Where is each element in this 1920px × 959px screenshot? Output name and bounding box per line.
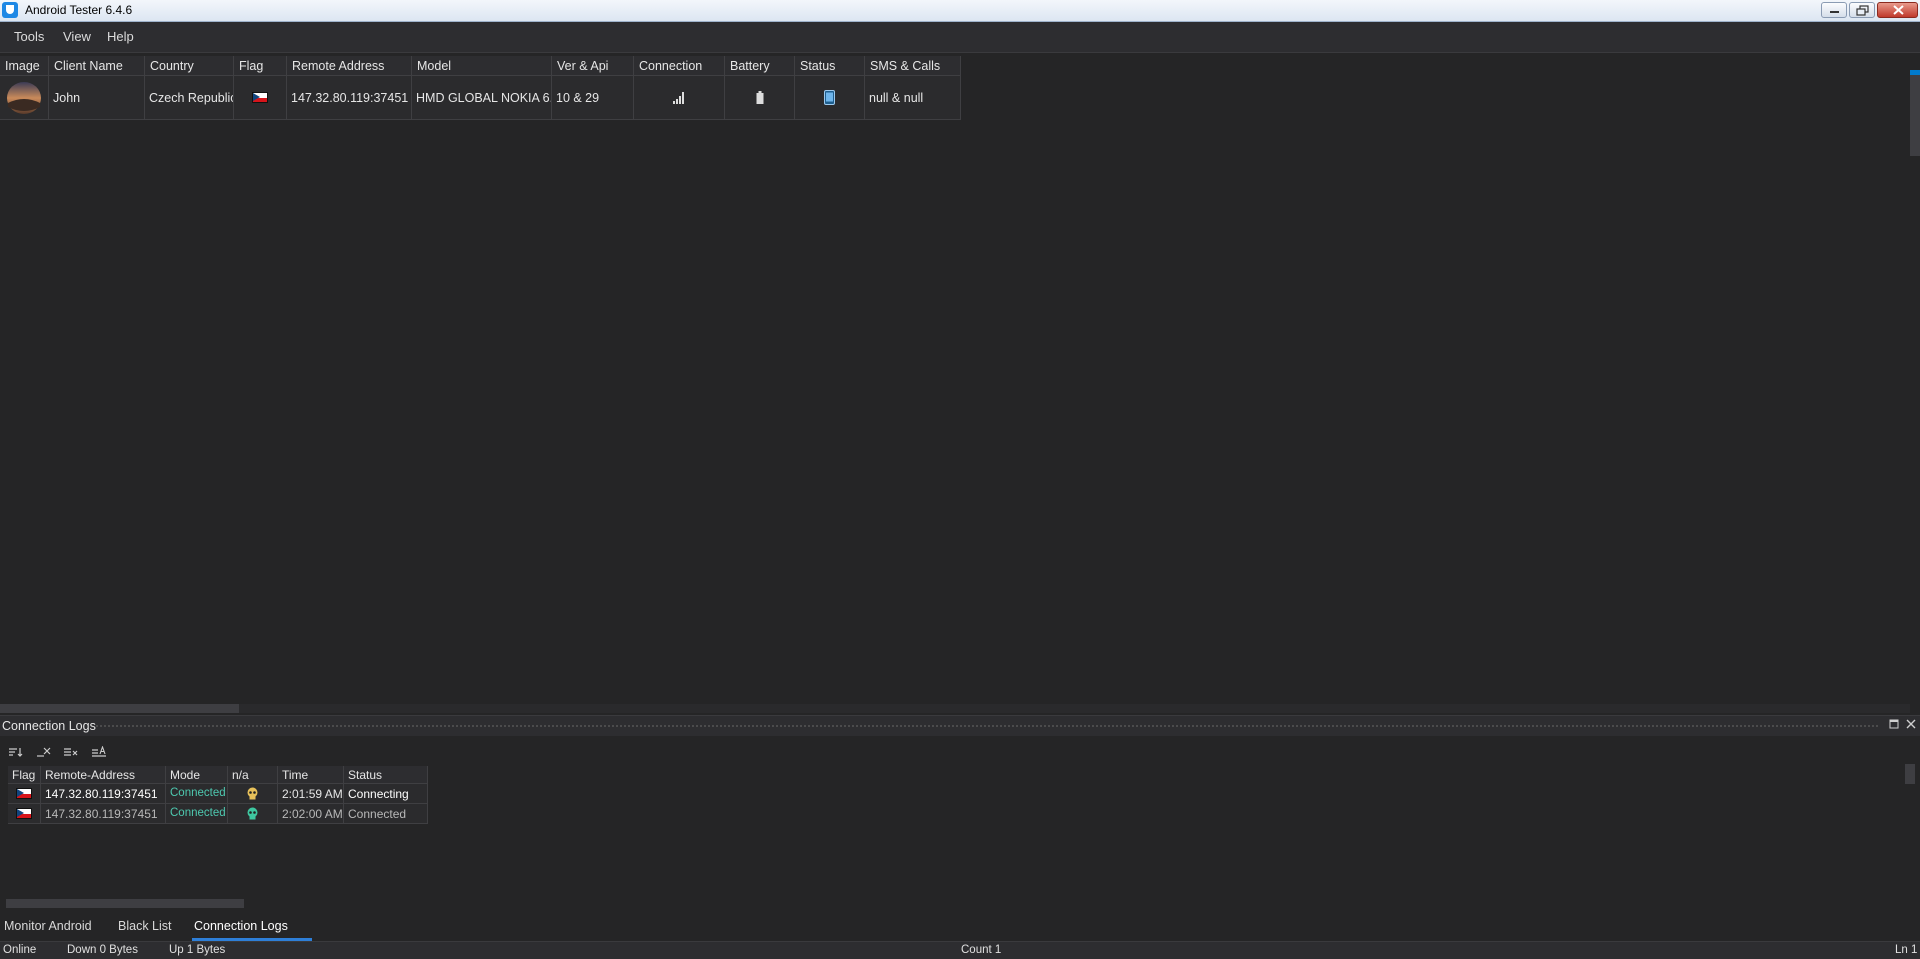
client-sms-calls[interactable]: null & null bbox=[865, 76, 961, 120]
status-bar: Online Down 0 Bytes Up 1 Bytes Count 1 L… bbox=[0, 941, 1920, 959]
sort-icon[interactable] bbox=[8, 746, 24, 758]
clear-all-icon[interactable] bbox=[63, 746, 79, 758]
skull-icon bbox=[247, 807, 258, 820]
tab-black-list[interactable]: Black List bbox=[118, 919, 172, 933]
grid-horizontal-scrollbar[interactable] bbox=[0, 704, 239, 713]
log-row-mode[interactable]: Connected bbox=[166, 804, 228, 824]
cz-flag-icon bbox=[16, 808, 32, 819]
log-row-na[interactable] bbox=[228, 784, 278, 804]
col-header-ver-api[interactable]: Ver & Api bbox=[552, 56, 634, 76]
log-row-na[interactable] bbox=[228, 804, 278, 824]
col-header-model[interactable]: Model bbox=[412, 56, 552, 76]
restore-button[interactable] bbox=[1849, 2, 1875, 18]
log-row-remote-address[interactable]: 147.32.80.119:37451 bbox=[41, 784, 166, 804]
cz-flag-icon bbox=[252, 92, 268, 103]
col-header-connection[interactable]: Connection bbox=[634, 56, 725, 76]
clear-icon[interactable] bbox=[36, 746, 52, 758]
log-row-status[interactable]: Connecting bbox=[344, 784, 428, 804]
menu-bar: Tools View Help bbox=[0, 22, 1920, 53]
client-connection-cell[interactable] bbox=[634, 76, 725, 120]
log-col-status[interactable]: Status bbox=[344, 766, 428, 784]
log-col-time[interactable]: Time bbox=[278, 766, 344, 784]
log-row-flag[interactable] bbox=[8, 784, 41, 804]
client-avatar-cell[interactable] bbox=[0, 76, 49, 120]
tab-monitor-android[interactable]: Monitor Android bbox=[4, 919, 92, 933]
log-row-mode[interactable]: Connected bbox=[166, 784, 228, 804]
maximize-panel-icon[interactable] bbox=[1887, 718, 1901, 732]
client-model[interactable]: HMD GLOBAL NOKIA 6.1 bbox=[412, 76, 552, 120]
client-status-cell[interactable] bbox=[795, 76, 865, 120]
tab-connection-logs[interactable]: Connection Logs bbox=[194, 919, 288, 933]
phone-icon bbox=[824, 90, 835, 105]
grid-vertical-scrollbar[interactable] bbox=[1910, 70, 1920, 156]
title-bar: Android Tester 6.4.6 bbox=[0, 0, 1920, 22]
client-battery-cell[interactable] bbox=[725, 76, 795, 120]
log-col-na[interactable]: n/a bbox=[228, 766, 278, 784]
avatar bbox=[7, 81, 41, 114]
menu-tools[interactable]: Tools bbox=[11, 27, 47, 46]
text-icon[interactable] bbox=[91, 746, 107, 758]
client-remote-address[interactable]: 147.32.80.119:37451 bbox=[287, 76, 412, 120]
col-header-battery[interactable]: Battery bbox=[725, 56, 795, 76]
client-name[interactable]: John bbox=[49, 76, 145, 120]
col-header-remote-address[interactable]: Remote Address bbox=[287, 56, 412, 76]
signal-bars-icon bbox=[673, 91, 684, 104]
grid-horizontal-scroll-track[interactable] bbox=[0, 704, 1910, 713]
status-count: Count 1 bbox=[961, 944, 1002, 956]
logs-toolbar bbox=[0, 740, 1920, 764]
log-col-remote-address[interactable]: Remote-Address bbox=[41, 766, 166, 784]
client-flag-cell[interactable] bbox=[234, 76, 287, 120]
clients-grid: Image Client Name Country Flag Remote Ad… bbox=[0, 53, 1920, 715]
connection-logs-grid: Flag Remote-Address Mode n/a Time Status… bbox=[0, 764, 1920, 900]
log-row-time[interactable]: 2:01:59 AM bbox=[278, 784, 344, 804]
status-online: Online bbox=[3, 944, 37, 956]
close-panel-icon[interactable] bbox=[1904, 718, 1918, 732]
menu-help[interactable]: Help bbox=[104, 27, 137, 46]
col-header-country[interactable]: Country bbox=[145, 56, 234, 76]
client-country[interactable]: Czech Republic bbox=[145, 76, 234, 120]
log-col-flag[interactable]: Flag bbox=[8, 766, 41, 784]
status-down: Down 0 Bytes bbox=[67, 944, 138, 956]
log-col-mode[interactable]: Mode bbox=[166, 766, 228, 784]
window-title: Android Tester 6.4.6 bbox=[25, 3, 133, 17]
log-row-flag[interactable] bbox=[8, 804, 41, 824]
close-button[interactable] bbox=[1877, 2, 1918, 18]
menu-view[interactable]: View bbox=[60, 27, 94, 46]
bottom-tabs: Monitor Android Black List Connection Lo… bbox=[0, 914, 1920, 941]
status-up: Up 1 Bytes bbox=[169, 944, 226, 956]
col-header-client-name[interactable]: Client Name bbox=[49, 56, 145, 76]
col-header-status[interactable]: Status bbox=[795, 56, 865, 76]
panel-title: Connection Logs bbox=[2, 719, 96, 733]
cz-flag-icon bbox=[16, 788, 32, 799]
col-header-image[interactable]: Image bbox=[0, 56, 49, 76]
col-header-flag[interactable]: Flag bbox=[234, 56, 287, 76]
connection-logs-panel-header: Connection Logs bbox=[0, 715, 1920, 736]
grid-scroll-indicator bbox=[1910, 70, 1920, 75]
log-row-time[interactable]: 2:02:00 AM bbox=[278, 804, 344, 824]
battery-icon bbox=[756, 91, 763, 104]
logs-vertical-scrollbar[interactable] bbox=[1905, 764, 1915, 784]
skull-icon bbox=[247, 787, 258, 800]
log-row-status[interactable]: Connected bbox=[344, 804, 428, 824]
panel-grip[interactable] bbox=[95, 724, 1880, 729]
logs-horizontal-scrollbar[interactable] bbox=[6, 899, 244, 908]
client-ver-api[interactable]: 10 & 29 bbox=[552, 76, 634, 120]
app-shield-icon bbox=[2, 2, 18, 18]
col-header-sms-calls[interactable]: SMS & Calls bbox=[865, 56, 961, 76]
status-line: Ln 1 bbox=[1895, 944, 1918, 956]
log-row-remote-address[interactable]: 147.32.80.119:37451 bbox=[41, 804, 166, 824]
minimize-button[interactable] bbox=[1821, 2, 1847, 18]
